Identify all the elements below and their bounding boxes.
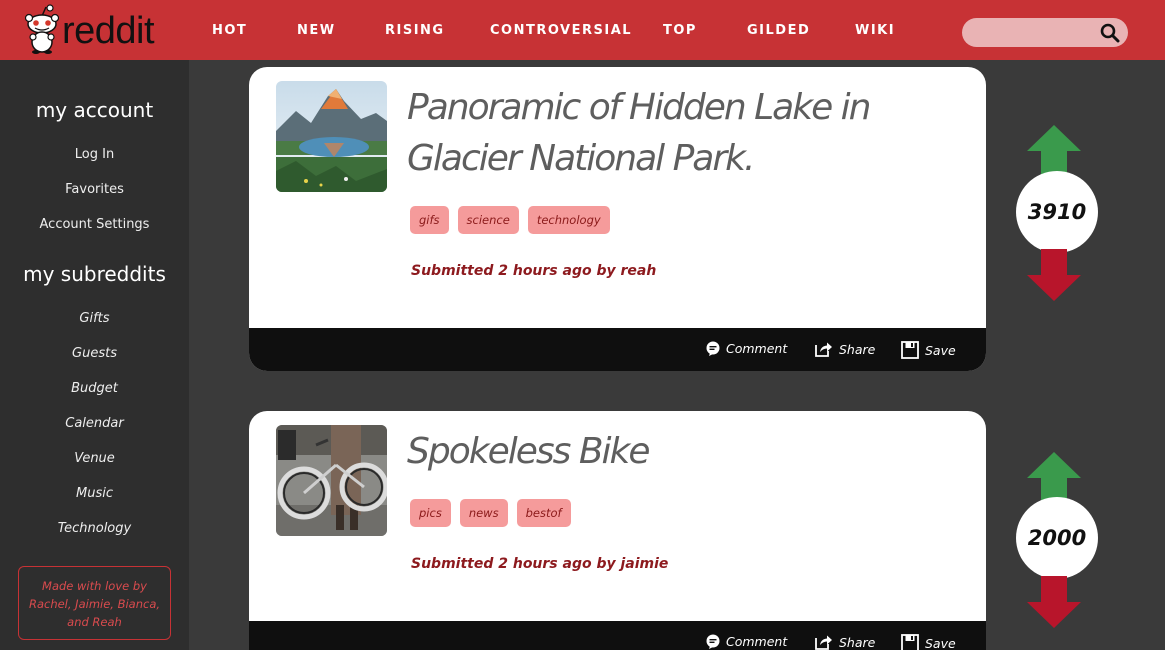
comment-label: Comment — [726, 634, 788, 649]
share-icon — [815, 635, 832, 650]
logo-text: reddit — [62, 10, 155, 52]
share-icon — [815, 342, 832, 357]
mountain-lake-photo — [276, 81, 387, 192]
vote-score: 2000 — [1016, 497, 1098, 579]
search-input[interactable] — [962, 18, 1128, 47]
save-icon — [901, 634, 919, 650]
save-button[interactable]: Save — [901, 634, 956, 650]
post-card: Panoramic of Hidden Lake in Glacier Nati… — [249, 67, 986, 371]
tag-gifs[interactable]: gifs — [410, 206, 449, 234]
post-title-line: Spokeless Bike — [407, 431, 651, 472]
account-settings-link[interactable]: Account Settings — [0, 217, 189, 232]
tag-news[interactable]: news — [459, 499, 508, 527]
post-title-line: Panoramic of Hidden Lake in — [407, 87, 871, 128]
downvote-arrow-icon[interactable] — [1027, 249, 1081, 301]
comment-icon — [706, 634, 720, 649]
comment-button[interactable]: Comment — [706, 341, 787, 356]
credits-line: Rachel, Jaimie, Bianca, — [28, 597, 161, 611]
nav-rising[interactable]: RISING — [385, 23, 445, 38]
post-thumbnail[interactable] — [276, 81, 387, 192]
post-action-bar: Comment Share Save — [249, 621, 986, 650]
comment-button[interactable]: Comment — [706, 634, 787, 649]
subreddit-venue[interactable]: Venue — [0, 451, 189, 466]
credits-box: Made with love by Rachel, Jaimie, Bianca… — [18, 566, 171, 640]
nav-hot[interactable]: HOT — [212, 23, 247, 38]
share-button[interactable]: Share — [815, 634, 875, 650]
share-label: Share — [839, 634, 876, 650]
post-tags: gifs science technology — [410, 206, 610, 234]
subreddit-budget[interactable]: Budget — [0, 381, 189, 396]
my-account-heading: my account — [35, 98, 154, 122]
search-icon[interactable] — [1100, 23, 1120, 43]
subreddit-music[interactable]: Music — [0, 486, 189, 501]
save-label: Save — [925, 635, 956, 650]
nav-top[interactable]: TOP — [663, 23, 697, 38]
nav-wiki[interactable]: WIKI — [855, 23, 895, 38]
reddit-logo[interactable]: reddit — [24, 4, 155, 54]
downvote-arrow-icon[interactable] — [1027, 576, 1081, 628]
save-icon — [901, 341, 919, 359]
post-thumbnail[interactable] — [276, 425, 387, 536]
bike-photo — [276, 425, 387, 536]
nav-controversial[interactable]: CONTROVERSIAL — [490, 23, 632, 38]
post-action-bar: Comment Share Save — [249, 328, 986, 371]
login-link[interactable]: Log In — [0, 147, 189, 162]
submitted-info: Submitted 2 hours ago by jaimie — [411, 556, 669, 572]
post-title[interactable]: Spokeless Bike — [407, 426, 651, 477]
tag-technology[interactable]: technology — [527, 206, 610, 234]
share-label: Share — [839, 341, 876, 357]
save-button[interactable]: Save — [901, 341, 956, 359]
vote-widget: 2000 — [1016, 452, 1098, 628]
subreddit-calendar[interactable]: Calendar — [0, 416, 189, 431]
post-card: Spokeless Bike pics news bestof Submitte… — [249, 411, 986, 650]
subreddit-gifts[interactable]: Gifts — [0, 311, 189, 326]
credits-line: Made with love by — [42, 579, 147, 593]
my-subreddits-heading: my subreddits — [23, 262, 166, 286]
post-title-line: Glacier National Park. — [407, 138, 755, 179]
reddit-alien-icon — [24, 4, 60, 54]
vote-score: 3910 — [1016, 171, 1098, 253]
subreddit-guests[interactable]: Guests — [0, 346, 189, 361]
submitted-info: Submitted 2 hours ago by reah — [411, 263, 657, 279]
comment-icon — [706, 341, 720, 356]
comment-label: Comment — [726, 341, 788, 356]
vote-widget: 3910 — [1016, 125, 1098, 301]
top-header: reddit HOT NEW RISING CONTROVERSIAL TOP … — [0, 0, 1165, 60]
subreddit-technology[interactable]: Technology — [0, 521, 189, 536]
tag-pics[interactable]: pics — [410, 499, 451, 527]
post-title[interactable]: Panoramic of Hidden Lake in Glacier Nati… — [407, 82, 871, 184]
nav-new[interactable]: NEW — [297, 23, 336, 38]
favorites-link[interactable]: Favorites — [0, 182, 189, 197]
sidebar: my account Log In Favorites Account Sett… — [0, 60, 189, 650]
nav-gilded[interactable]: GILDED — [747, 23, 810, 38]
credits-line: and Reah — [67, 615, 122, 629]
save-label: Save — [925, 342, 956, 358]
tag-science[interactable]: science — [457, 206, 519, 234]
post-tags: pics news bestof — [410, 499, 571, 527]
upvote-arrow-icon[interactable] — [1027, 125, 1081, 177]
share-button[interactable]: Share — [815, 341, 875, 357]
tag-bestof[interactable]: bestof — [516, 499, 571, 527]
